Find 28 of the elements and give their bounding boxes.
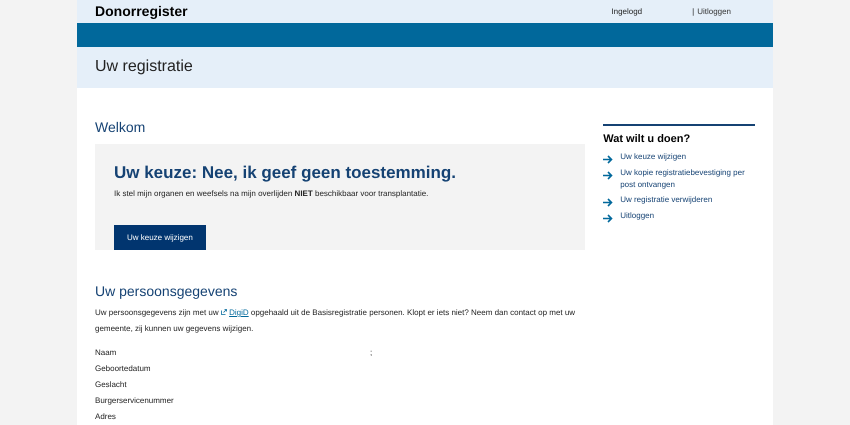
separator: | — [692, 6, 694, 18]
choice-text: Ik stel mijn organen en weefsels na mijn overlijden NIET beschikbaar voor transplantatie. — [114, 188, 430, 200]
sidebar-link[interactable]: Uw registratie verwijderen — [620, 194, 712, 206]
section-heading: Welkom — [95, 118, 146, 136]
sidebar-link[interactable]: Uw kopie registratiebevestiging per post ontvangen — [620, 167, 755, 191]
field-label: Naam — [95, 347, 118, 359]
page-title: Uw registratie — [95, 57, 193, 78]
field-value: ; — [370, 347, 372, 359]
logout-link[interactable]: Uitloggen — [697, 6, 731, 18]
arrow-right-icon — [603, 155, 614, 164]
sidebar-link[interactable]: Uitloggen — [620, 210, 654, 222]
external-link-icon — [220, 309, 227, 315]
arrow-right-icon — [603, 214, 614, 223]
section-heading: Uw persoonsgegevens — [95, 282, 238, 300]
field-label: Adres — [95, 411, 117, 423]
login-status: Ingelogd — [611, 6, 642, 18]
choice-title: Uw keuze: Nee, ik geef geen toestemming. — [114, 162, 457, 184]
field-label: Geslacht — [95, 379, 128, 391]
field-label: Burgerservicenummer — [95, 395, 175, 407]
change-choice-button[interactable]: Uw keuze wijzigen — [114, 225, 206, 250]
arrow-right-icon — [603, 171, 614, 180]
digid-link[interactable]: DigiD — [229, 308, 249, 317]
brand-name: Donorregister — [95, 2, 188, 22]
intro-paragraph: Uw persoonsgegevens zijn met uw DigiD opgehaald uit de Basisregistratie personen. Klopt er iets niet? Neem dan contact op met uw gemeente, zij kunnen uw gegevens wijzigen. — [95, 307, 576, 335]
field-label: Geboortedatum — [95, 363, 152, 375]
sidebar-link[interactable]: Uw keuze wijzigen — [620, 151, 686, 163]
arrow-right-icon — [603, 198, 614, 207]
sidebar-heading: Wat wilt u doen? — [603, 132, 692, 146]
